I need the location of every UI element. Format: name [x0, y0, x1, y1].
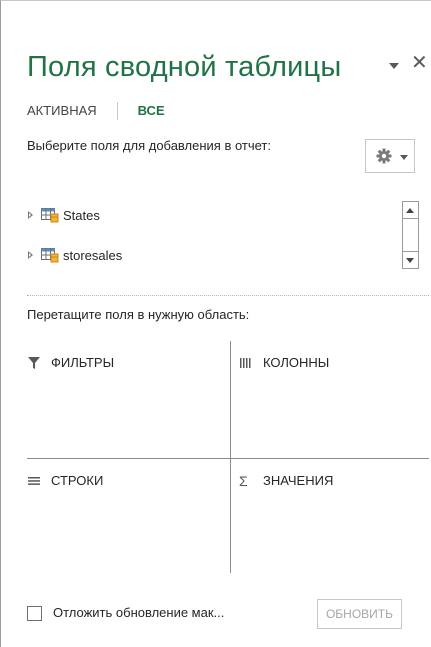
- columns-area-header: КОЛОННЫ: [239, 355, 329, 370]
- values-area-label: ЗНАЧЕНИЯ: [263, 473, 334, 488]
- rows-area[interactable]: СТРОКИ: [27, 459, 230, 573]
- defer-update-checkbox[interactable]: [27, 606, 42, 621]
- scroll-up-arrow-icon[interactable]: [403, 202, 418, 219]
- gear-icon: [376, 148, 392, 164]
- expand-triangle-icon[interactable]: [27, 210, 37, 220]
- filters-area[interactable]: ФИЛЬТРЫ: [27, 341, 230, 458]
- field-item-storesales[interactable]: storesales: [27, 244, 122, 266]
- rows-icon: [28, 476, 40, 485]
- close-icon[interactable]: ✕: [411, 51, 428, 75]
- chevron-down-icon: [400, 155, 408, 160]
- choose-fields-label: Выберите поля для добавления в отчет:: [27, 138, 271, 153]
- scroll-down-arrow-icon[interactable]: [403, 251, 418, 268]
- scroll-track[interactable]: [403, 219, 418, 251]
- tab-active[interactable]: АКТИВНАЯ: [27, 102, 117, 120]
- pane-title: Поля сводной таблицы: [27, 51, 342, 83]
- tab-all[interactable]: ВСЕ: [116, 102, 185, 120]
- table-icon: [41, 248, 59, 263]
- section-divider: [27, 295, 429, 296]
- values-area[interactable]: Σ ЗНАЧЕНИЯ: [231, 459, 429, 573]
- rows-area-label: СТРОКИ: [51, 473, 104, 488]
- table-icon: [41, 208, 59, 223]
- columns-area[interactable]: КОЛОННЫ: [231, 341, 429, 458]
- field-scope-tabs: АКТИВНАЯ ВСЕ: [27, 99, 185, 123]
- update-button[interactable]: ОБНОВИТЬ: [317, 599, 402, 629]
- field-list: States storesales: [27, 196, 419, 276]
- columns-icon: [240, 357, 251, 368]
- filter-funnel-icon: [28, 356, 40, 369]
- columns-area-label: КОЛОННЫ: [263, 355, 330, 370]
- area-divider-horizontal: [27, 458, 429, 459]
- filters-area-label: ФИЛЬТРЫ: [51, 355, 115, 370]
- pane-options-chevron-down-icon[interactable]: [386, 57, 404, 75]
- sigma-icon: Σ: [239, 472, 248, 489]
- pivot-field-list-pane: Поля сводной таблицы ✕ АКТИВНАЯ ВСЕ Выбе…: [0, 0, 431, 647]
- field-list-scrollbar[interactable]: [402, 201, 419, 269]
- field-name: storesales: [63, 247, 123, 263]
- defer-update-label[interactable]: Отложить обновление мак...: [53, 605, 224, 620]
- pivot-areas: ФИЛЬТРЫ КОЛОННЫ СТРОКИ Σ ЗНАЧЕНИЯ: [27, 341, 429, 573]
- expand-triangle-icon[interactable]: [27, 250, 37, 260]
- rows-area-header: СТРОКИ: [27, 473, 103, 488]
- field-name: States: [63, 207, 100, 223]
- values-area-header: Σ ЗНАЧЕНИЯ: [239, 473, 333, 488]
- tools-settings-button[interactable]: [365, 139, 415, 173]
- field-item-states[interactable]: States: [27, 204, 100, 226]
- filters-area-header: ФИЛЬТРЫ: [27, 355, 114, 370]
- drag-fields-label: Перетащите поля в нужную область:: [27, 307, 250, 322]
- area-divider-vertical: [230, 341, 231, 573]
